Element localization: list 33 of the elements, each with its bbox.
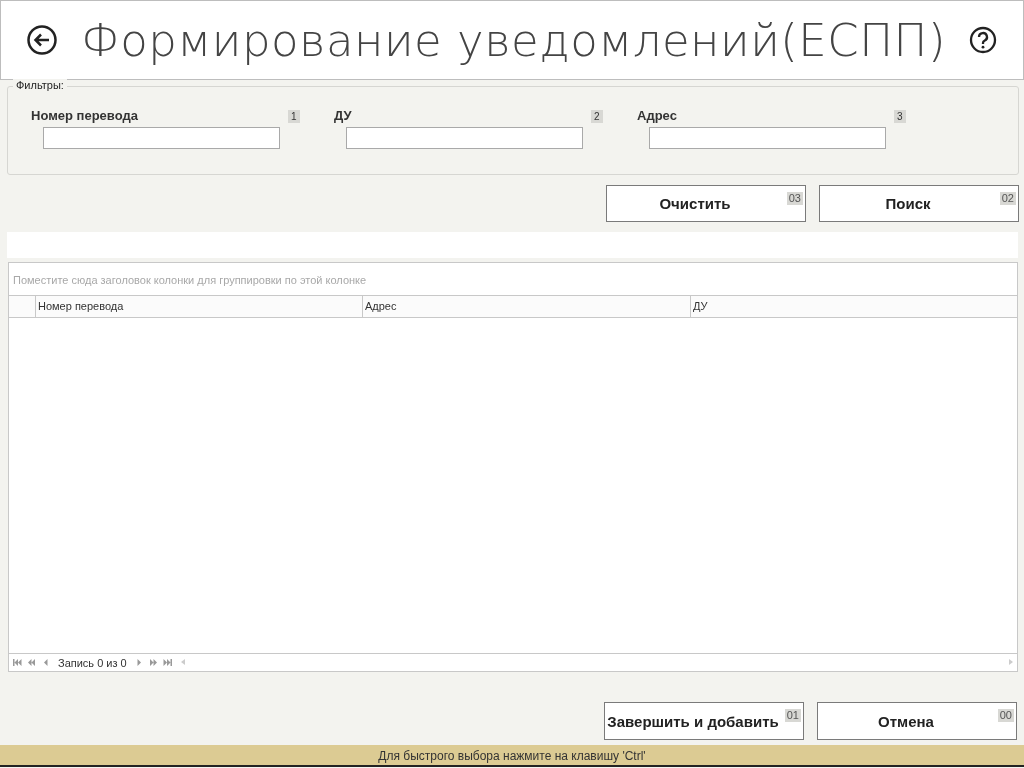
help-icon[interactable] xyxy=(969,26,997,54)
column-header[interactable]: Адрес xyxy=(362,296,690,317)
field-label: Адрес xyxy=(637,108,677,123)
action-button[interactable]: Очистить 03 xyxy=(606,185,806,222)
scroll-right-icon[interactable] xyxy=(1009,659,1013,665)
window-title: Формирование уведомлений(ЕСПП) xyxy=(81,13,946,67)
filters-legend: Фильтры: xyxy=(13,79,67,91)
next-page-icon[interactable] xyxy=(148,659,158,666)
input-field[interactable] xyxy=(43,127,280,149)
shortcut-badge: 02 xyxy=(999,192,1016,205)
action-button[interactable]: Поиск 02 xyxy=(819,185,1019,222)
shortcut-badge: 1 xyxy=(288,110,300,123)
action-button[interactable]: Отмена 00 xyxy=(817,702,1017,740)
column-header[interactable]: Номер перевода xyxy=(35,296,362,317)
shortcut-badge: 2 xyxy=(591,110,603,123)
status-bar: Для быстрого выбора нажмите на клавишу 'Ctrl' xyxy=(0,745,1024,767)
input-field[interactable] xyxy=(346,127,583,149)
field-label: Номер перевода xyxy=(31,108,138,123)
column-header[interactable]: ДУ xyxy=(690,296,1017,317)
previous-page-icon[interactable] xyxy=(27,659,36,666)
shortcut-badge: 00 xyxy=(997,709,1014,722)
scroll-left-icon[interactable] xyxy=(180,659,185,665)
previous-icon[interactable] xyxy=(41,659,50,666)
record-counter: Запись 0 из 0 xyxy=(58,656,127,669)
action-button[interactable]: Завершить и добавить 01 xyxy=(604,702,804,740)
last-page-icon[interactable] xyxy=(162,659,172,666)
back-icon[interactable] xyxy=(26,24,58,56)
shortcut-badge: 3 xyxy=(894,110,906,123)
shortcut-badge: 03 xyxy=(786,192,803,205)
input-field[interactable] xyxy=(649,127,886,149)
first-page-icon[interactable] xyxy=(13,659,22,666)
field-label: ДУ xyxy=(334,108,352,123)
shortcut-badge: 01 xyxy=(784,709,801,722)
